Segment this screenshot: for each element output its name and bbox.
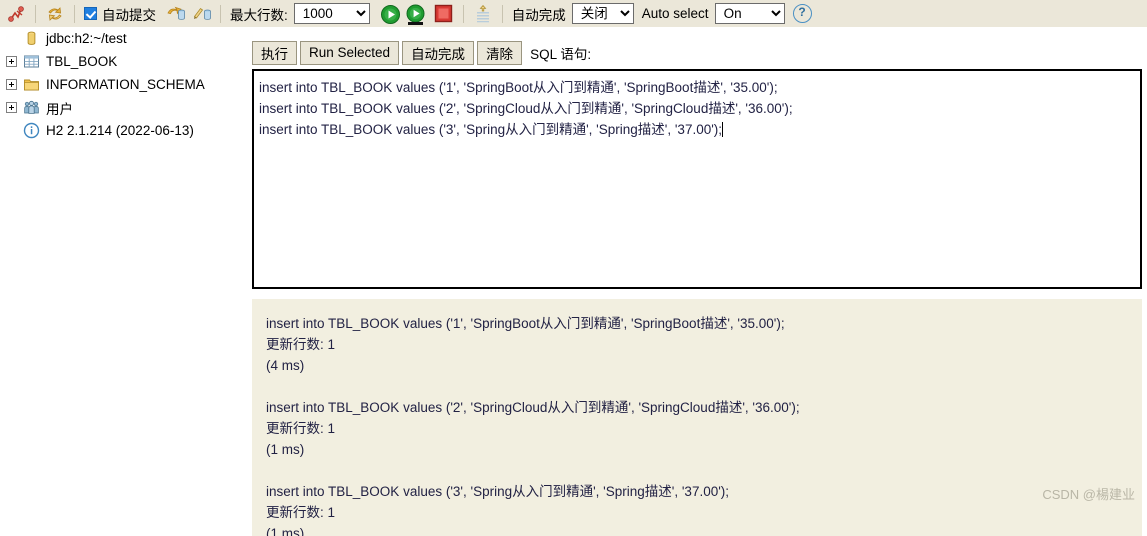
result-statement: insert into TBL_BOOK values ('2', 'Sprin… [266,400,800,415]
table-icon [23,53,40,70]
refresh-icon[interactable] [45,4,65,24]
database-tree-pane: jdbc:h2:~/test TBL_BOOK INFORMATION_SCHE… [0,27,246,509]
toolbar-separator [462,4,464,23]
result-block: insert into TBL_BOOK values ('1', 'Sprin… [266,313,1128,376]
auto-complete-label: 自动完成 [511,7,566,23]
users-icon [23,99,40,116]
auto-commit-label: 自动提交 [102,7,156,23]
sql-line: insert into TBL_BOOK values ('3', 'Sprin… [259,122,723,137]
run-selected-icon[interactable] [405,4,425,25]
result-block: insert into TBL_BOOK values ('2', 'Sprin… [266,397,1128,460]
expander-icon[interactable] [6,56,17,67]
run-button[interactable]: 执行 [252,40,297,65]
result-spacer [266,460,1128,481]
run-icon[interactable] [380,4,400,24]
max-rows-label: 最大行数: [230,7,288,23]
connect-icon[interactable] [6,4,26,24]
rollback-icon[interactable] [165,4,185,24]
result-updated-rows: 更新行数: 1 [266,421,336,436]
tree-item-label: 用户 [46,101,73,117]
toolbar-separator [35,4,36,23]
sql-statement-caption: SQL 语句: [530,46,592,62]
result-elapsed-time: (4 ms) [266,358,305,373]
info-icon [23,122,40,139]
history-icon[interactable] [473,4,493,24]
result-statement: insert into TBL_BOOK values ('1', 'Sprin… [266,316,785,331]
sql-line-with-caret: insert into TBL_BOOK values ('3', 'Sprin… [259,119,1135,140]
database-icon [23,30,40,47]
toolbar-separator [74,4,75,23]
auto-select-select[interactable]: On [714,3,785,24]
auto-complete-button[interactable]: 自动完成 [402,40,475,65]
tree-item-label: TBL_BOOK [46,54,118,69]
result-spacer [266,376,1128,397]
toolbar-separator [220,4,221,23]
help-icon[interactable]: ? [792,4,812,23]
result-statement: insert into TBL_BOOK values ('3', 'Sprin… [266,484,730,499]
commit-icon[interactable] [191,4,211,24]
csdn-watermark: CSDN @楊建业 [1042,487,1135,502]
text-caret [722,122,724,137]
sql-editor-textarea[interactable]: insert into TBL_BOOK values ('1', 'Sprin… [252,69,1142,289]
sql-line: insert into TBL_BOOK values ('1', 'Sprin… [259,80,778,95]
stop-icon[interactable] [434,4,454,24]
editor-toolbar: 执行 Run Selected 自动完成 清除 SQL 语句: [252,40,591,65]
tree-item-users[interactable]: 用户 [0,96,246,119]
expander-icon[interactable] [6,79,17,90]
tree-item-connection[interactable]: jdbc:h2:~/test [0,27,246,50]
result-updated-rows: 更新行数: 1 [266,505,336,520]
tree-item-label: jdbc:h2:~/test [46,31,127,46]
sql-workspace: 执行 Run Selected 自动完成 清除 SQL 语句: insert i… [248,27,1147,536]
toolbar-separator [501,4,503,23]
sql-line: insert into TBL_BOOK values ('2', 'Sprin… [259,101,793,116]
expander-icon[interactable] [6,102,17,113]
tree-item-version[interactable]: H2 2.1.214 (2022-06-13) [0,119,246,142]
folder-icon [23,76,40,93]
auto-complete-select[interactable]: 关闭 [571,3,634,24]
clear-button[interactable]: 清除 [477,40,523,65]
tree-item-information-schema[interactable]: INFORMATION_SCHEMA [0,73,246,96]
auto-commit-checkbox[interactable] [84,7,97,20]
tree-item-label: H2 2.1.214 (2022-06-13) [46,123,194,138]
run-selected-button[interactable]: Run Selected [300,40,400,65]
tree-item-label: INFORMATION_SCHEMA [46,77,205,92]
max-rows-select[interactable]: 1000 [293,3,370,24]
main-toolbar: 自动提交 最大行数: 1000 自动完成 关闭 Auto select On ? [0,0,1147,27]
results-panel[interactable]: insert into TBL_BOOK values ('1', 'Sprin… [252,299,1142,536]
result-updated-rows: 更新行数: 1 [266,337,336,352]
auto-select-label: Auto select [641,6,709,21]
tree-item-tbl-book[interactable]: TBL_BOOK [0,50,246,73]
result-elapsed-time: (1 ms) [266,442,305,457]
result-elapsed-time: (1 ms) [266,526,305,536]
